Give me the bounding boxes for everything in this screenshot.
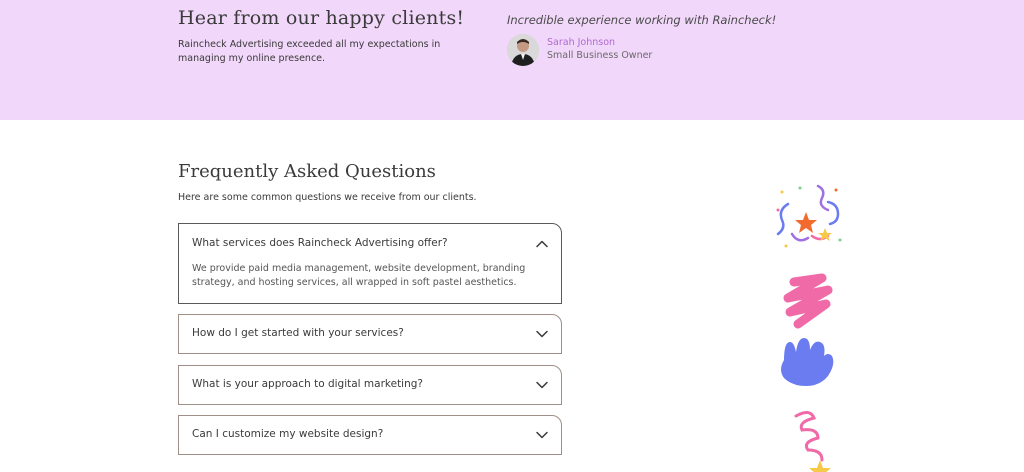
faq-subtitle: Here are some common questions we receiv… bbox=[178, 192, 477, 203]
faq-question: What services does Raincheck Advertising… bbox=[192, 237, 448, 249]
chevron-down-icon[interactable] bbox=[535, 327, 549, 341]
faq-item-services[interactable]: What services does Raincheck Advertising… bbox=[178, 223, 562, 304]
pink-spiral-icon bbox=[794, 411, 824, 462]
testimonial-section: Hear from our happy clients! Raincheck A… bbox=[0, 0, 1024, 120]
star-icon bbox=[809, 460, 831, 472]
pink-scribble-icon bbox=[783, 273, 833, 329]
faq-question: How do I get started with your services? bbox=[192, 327, 404, 339]
chevron-down-icon[interactable] bbox=[535, 378, 549, 392]
chevron-up-icon[interactable] bbox=[535, 237, 549, 251]
author-role: Small Business Owner bbox=[547, 50, 653, 61]
testimonial-quote: Incredible experience working with Rainc… bbox=[507, 13, 777, 27]
testimonial-title: Hear from our happy clients! bbox=[178, 7, 465, 29]
author-name: Sarah Johnson bbox=[547, 37, 616, 48]
testimonial-body: Raincheck Advertising exceeded all my ex… bbox=[178, 39, 441, 64]
confetti-icon bbox=[776, 184, 842, 248]
blue-wave-icon bbox=[781, 338, 834, 386]
avatar bbox=[507, 34, 539, 66]
faq-item-approach[interactable]: What is your approach to digital marketi… bbox=[178, 365, 562, 405]
faq-item-customize[interactable]: Can I customize my website design? bbox=[178, 415, 562, 455]
decorative-doodles bbox=[770, 180, 850, 472]
faq-question: What is your approach to digital marketi… bbox=[192, 378, 423, 390]
chevron-down-icon[interactable] bbox=[535, 428, 549, 442]
faq-item-get-started[interactable]: How do I get started with your services? bbox=[178, 314, 562, 354]
faq-answer: We provide paid media management, websit… bbox=[192, 263, 526, 288]
faq-title: Frequently Asked Questions bbox=[178, 161, 436, 182]
faq-question: Can I customize my website design? bbox=[192, 428, 384, 440]
